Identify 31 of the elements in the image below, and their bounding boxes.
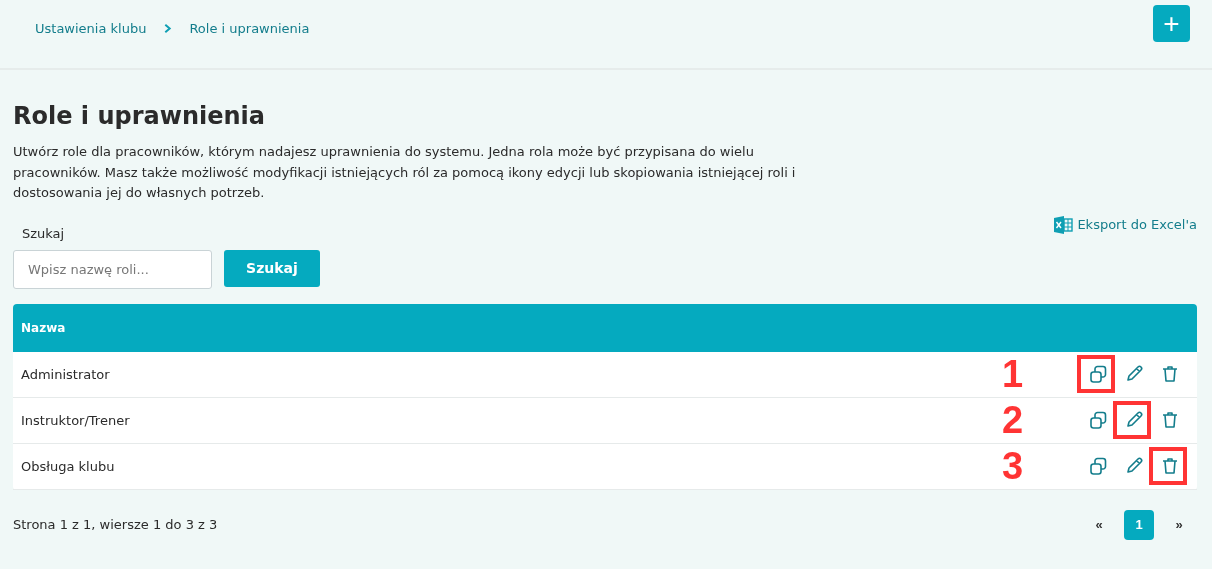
trash-icon[interactable] xyxy=(1160,456,1180,476)
search-label: Szukaj xyxy=(22,225,66,241)
page-button[interactable]: « xyxy=(1084,509,1114,540)
column-header: Nazwa xyxy=(21,320,66,335)
excel-icon xyxy=(1053,214,1074,235)
pencil-icon[interactable] xyxy=(1124,456,1144,476)
chevron-icon xyxy=(162,23,174,34)
copy-icon[interactable] xyxy=(1088,364,1108,384)
breadcrumb-link[interactable]: Role i uprawnienia xyxy=(189,21,310,36)
table-cell: Obsługa klubu xyxy=(21,458,115,474)
page-title: Role i uprawnienia xyxy=(13,102,266,130)
page-button[interactable]: 1 xyxy=(1124,509,1154,540)
search-field[interactable]: Wpisz nazwę roli... xyxy=(13,249,212,289)
annotation-number: 3 xyxy=(1002,447,1024,485)
annotation-number: 1 xyxy=(1002,355,1024,393)
search-button[interactable]: Szukaj xyxy=(224,249,320,287)
trash-icon[interactable] xyxy=(1160,410,1180,430)
table-cell: Instruktor/Trener xyxy=(21,412,130,428)
pencil-icon[interactable] xyxy=(1124,410,1144,430)
pagination-summary: Strona 1 z 1, wiersze 1 do 3 z 3 xyxy=(13,517,218,532)
trash-icon[interactable] xyxy=(1160,364,1180,384)
copy-icon[interactable] xyxy=(1088,456,1108,476)
page-button[interactable]: » xyxy=(1164,509,1194,540)
breadcrumb-link[interactable]: Ustawienia klubu xyxy=(35,21,147,36)
pencil-icon[interactable] xyxy=(1124,364,1144,384)
export-link[interactable]: Eksport do Excel'a xyxy=(1053,214,1197,235)
add-button[interactable]: + xyxy=(1153,5,1190,42)
copy-icon[interactable] xyxy=(1088,410,1108,430)
annotation-number: 2 xyxy=(1002,401,1024,439)
table-cell: Administrator xyxy=(21,366,110,382)
description-text: Utwórz role dla pracowników, którym nadajesz uprawnienia do systemu. Jedna rola może być przypisana do wielu pracowników. Masz także możliwość modyfikacji istniejących ról za pomocą ikony edycji lub skopiowania istniejącej roli i dostosowania jej do własnych potrzeb. xyxy=(13,143,797,202)
